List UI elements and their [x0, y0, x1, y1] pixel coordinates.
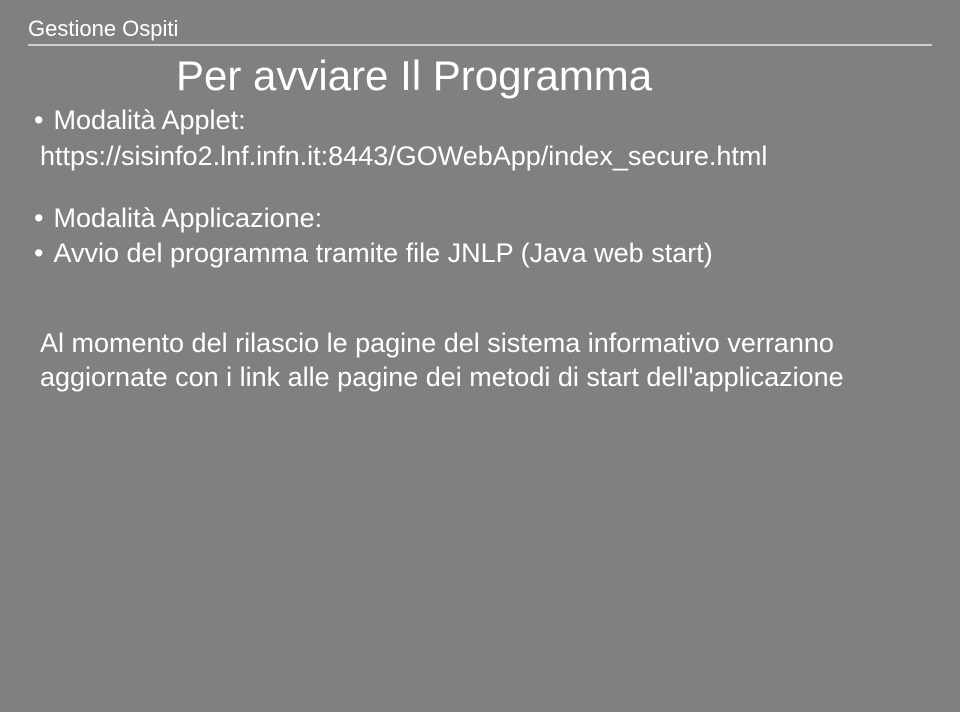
bullet-modalita-applet: • Modalità Applet: [34, 104, 932, 138]
section-header: Gestione Ospiti [28, 16, 932, 46]
slide-container: Gestione Ospiti Per avviare Il Programma… [0, 0, 960, 712]
bullet-label: Modalità Applicazione: [53, 202, 932, 236]
bullet-label: Avvio del programma tramite file JNLP (J… [53, 237, 932, 271]
bullet-dot-icon: • [34, 202, 43, 236]
bullet-dot-icon: • [34, 104, 43, 138]
note-text: Al momento del rilascio le pagine del si… [34, 327, 932, 395]
block-applicazione: • Modalità Applicazione: • Avvio del pro… [28, 202, 932, 272]
block-note: Al momento del rilascio le pagine del si… [28, 327, 932, 395]
bullet-modalita-applicazione: • Modalità Applicazione: [34, 202, 932, 236]
block-applet: • Modalità Applet: https://sisinfo2.lnf.… [28, 104, 932, 174]
slide-title: Per avviare Il Programma [28, 52, 932, 100]
bullet-dot-icon: • [34, 237, 43, 271]
applet-url-line: https://sisinfo2.lnf.infn.it:8443/GOWebA… [34, 140, 932, 174]
bullet-label: Modalità Applet: [53, 104, 932, 138]
bullet-avvio-jnlp: • Avvio del programma tramite file JNLP … [34, 237, 932, 271]
